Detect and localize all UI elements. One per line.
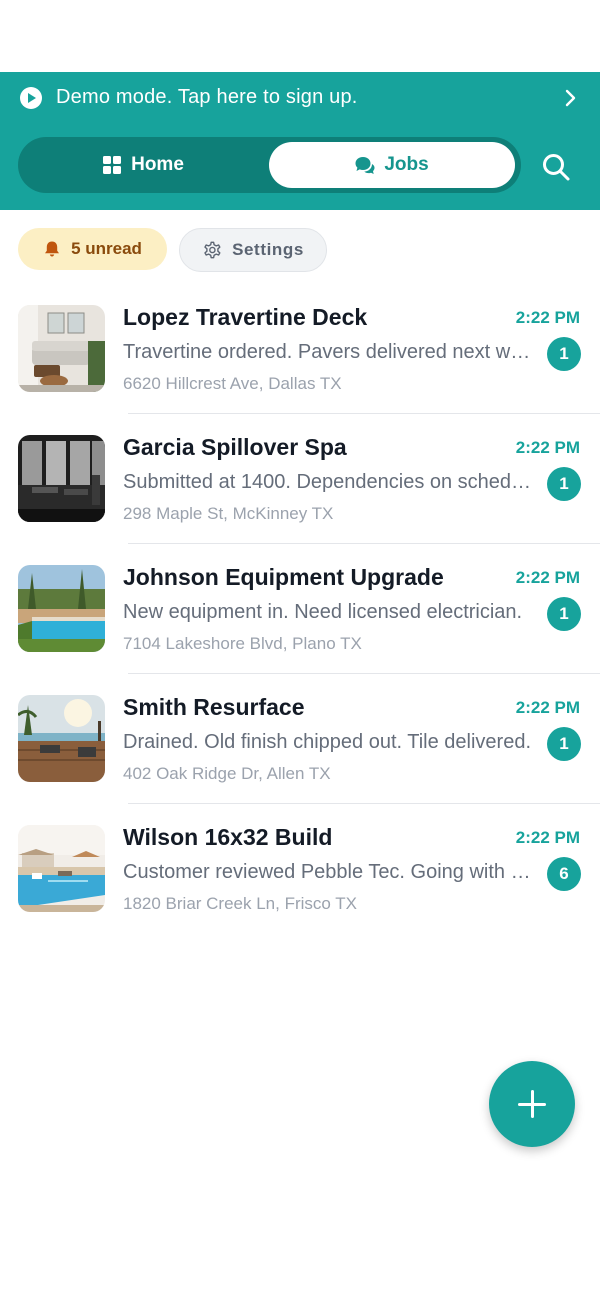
job-title: Johnson Equipment Upgrade xyxy=(123,564,444,590)
job-thumbnail xyxy=(18,695,105,782)
job-list: Lopez Travertine Deck 2:22 PM Travertine… xyxy=(0,284,600,934)
job-preview: Drained. Old finish chipped out. Tile de… xyxy=(123,731,532,753)
settings-chip-label: Settings xyxy=(232,240,304,259)
job-address: 298 Maple St, McKinney TX xyxy=(123,504,334,523)
job-title: Garcia Spillover Spa xyxy=(123,434,347,460)
job-preview: Customer reviewed Pebble Tec. Going with… xyxy=(123,861,533,883)
job-thumbnail xyxy=(18,435,105,522)
unread-count-badge: 1 xyxy=(547,597,581,631)
job-time: 2:22 PM xyxy=(515,568,580,587)
job-title: Lopez Travertine Deck xyxy=(123,304,368,330)
tab-home-label: Home xyxy=(131,154,184,175)
add-job-button[interactable] xyxy=(489,1061,575,1147)
unread-count-badge: 1 xyxy=(547,337,581,371)
job-thumbnail xyxy=(18,565,105,652)
job-address: 7104 Lakeshore Blvd, Plano TX xyxy=(123,634,362,653)
unread-count-badge: 1 xyxy=(547,727,581,761)
job-row[interactable]: Lopez Travertine Deck 2:22 PM Travertine… xyxy=(0,284,600,414)
job-row[interactable]: Smith Resurface 2:22 PM Drained. Old fin… xyxy=(0,674,600,804)
view-switcher: Home Jobs xyxy=(18,137,521,193)
status-bar-area xyxy=(0,0,600,72)
job-row[interactable]: Garcia Spillover Spa 2:22 PM Submitted a… xyxy=(0,414,600,544)
job-row[interactable]: Wilson 16x32 Build 2:22 PM Customer revi… xyxy=(0,804,600,934)
grid-icon xyxy=(102,155,122,175)
job-thumbnail xyxy=(18,305,105,392)
chevron-right-icon xyxy=(565,89,576,107)
tab-home[interactable]: Home xyxy=(18,137,268,193)
job-row[interactable]: Johnson Equipment Upgrade 2:22 PM New eq… xyxy=(0,544,600,674)
job-time: 2:22 PM xyxy=(515,438,580,457)
job-time: 2:22 PM xyxy=(515,308,580,327)
job-address: 1820 Briar Creek Ln, Frisco TX xyxy=(123,894,357,913)
chat-bubbles-icon xyxy=(355,155,375,175)
job-title: Smith Resurface xyxy=(123,694,305,720)
job-time: 2:22 PM xyxy=(515,698,580,717)
job-preview: Submitted at 1400. Dependencies on sched… xyxy=(123,471,533,493)
play-circle-icon xyxy=(20,87,42,109)
job-thumbnail xyxy=(18,825,105,912)
job-address: 402 Oak Ridge Dr, Allen TX xyxy=(123,764,331,783)
demo-mode-banner[interactable]: Demo mode. Tap here to sign up. xyxy=(0,72,600,124)
tab-jobs[interactable]: Jobs xyxy=(269,142,515,188)
app-header: Demo mode. Tap here to sign up. Home Job… xyxy=(0,72,600,210)
job-address: 6620 Hillcrest Ave, Dallas TX xyxy=(123,374,342,393)
unread-count-badge: 6 xyxy=(547,857,581,891)
job-title: Wilson 16x32 Build xyxy=(123,824,333,850)
demo-banner-text: Demo mode. Tap here to sign up. xyxy=(56,86,358,108)
unread-filter-chip[interactable]: 5 unread xyxy=(18,228,167,270)
search-icon[interactable] xyxy=(541,152,571,182)
job-time: 2:22 PM xyxy=(515,828,580,847)
job-preview: Travertine ordered. Pavers delivered nex… xyxy=(123,341,533,363)
job-preview: New equipment in. Need licensed electric… xyxy=(123,601,523,623)
unread-chip-label: 5 unread xyxy=(71,239,142,258)
settings-chip[interactable]: Settings xyxy=(179,228,327,272)
gear-icon xyxy=(202,240,222,260)
unread-count-badge: 1 xyxy=(547,467,581,501)
tab-jobs-label: Jobs xyxy=(384,154,429,175)
bell-icon xyxy=(43,240,61,258)
